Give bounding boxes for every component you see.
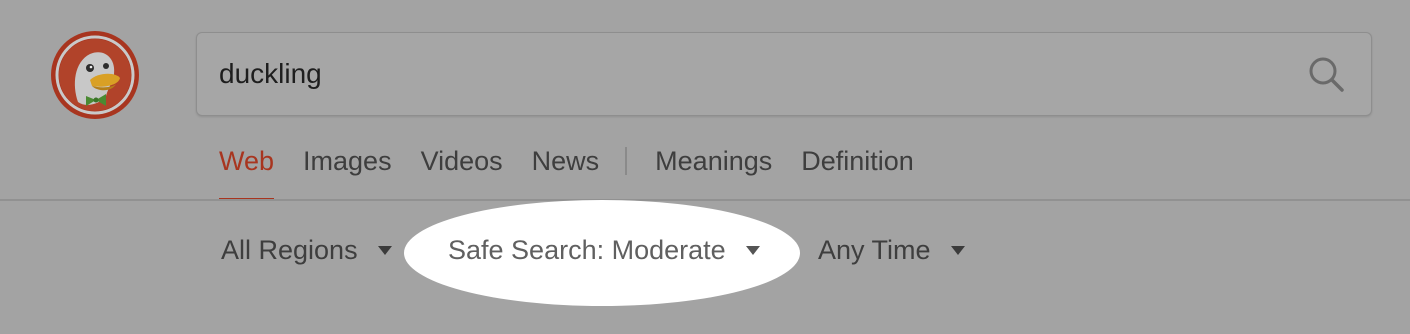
caret-down-icon [950, 246, 965, 255]
header-divider [0, 199, 1410, 201]
region-filter-dropdown[interactable]: All Regions [221, 235, 392, 266]
tab-meanings[interactable]: Meanings [655, 138, 772, 200]
region-filter-label: All Regions [221, 235, 358, 265]
search-input[interactable] [219, 33, 1259, 115]
tab-images[interactable]: Images [303, 138, 392, 200]
tab-definition[interactable]: Definition [801, 138, 914, 200]
time-filter-label: Any Time [818, 235, 931, 265]
caret-down-icon [377, 246, 392, 255]
search-button[interactable] [1307, 55, 1347, 95]
safe-search-label: Safe Search: Moderate [448, 235, 726, 265]
caret-down-icon [745, 246, 760, 255]
tab-news[interactable]: News [532, 138, 600, 200]
search-box[interactable] [196, 32, 1372, 116]
tab-web[interactable]: Web [219, 138, 275, 200]
time-filter-dropdown[interactable]: Any Time [818, 235, 965, 266]
magnifier-icon [1309, 57, 1344, 92]
duckduckgo-logo[interactable] [50, 30, 140, 120]
safe-search-dropdown[interactable]: Safe Search: Moderate [448, 235, 760, 266]
tab-videos[interactable]: Videos [421, 138, 503, 200]
tab-separator [625, 147, 628, 175]
search-tabs: Web Images Videos News Meanings Definiti… [219, 138, 943, 200]
